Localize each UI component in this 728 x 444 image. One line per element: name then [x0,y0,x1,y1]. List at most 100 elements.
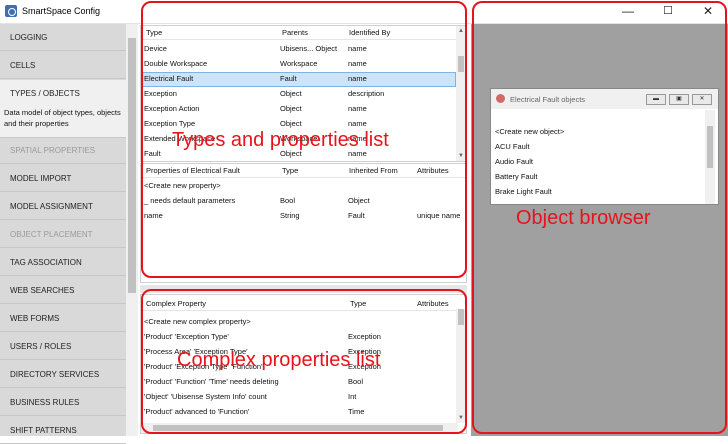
scroll-thumb[interactable] [707,126,713,168]
panel-splitter[interactable] [140,285,467,293]
column-header-property[interactable]: Properties of Electrical Fault [146,166,240,175]
complex-property-cell: 'Product' 'Exception Type' [144,332,229,341]
scroll-thumb[interactable] [458,309,464,325]
table-row[interactable]: Double Workspace Workspace name [141,57,458,72]
close-button[interactable]: ✕ [688,0,728,24]
column-header-type[interactable]: Type [146,28,162,37]
column-header-parents[interactable]: Parents [282,28,308,37]
identified-by-cell: name [348,74,367,83]
complex-property-cell: 'Product' 'Function' 'Time' needs deleti… [144,377,279,386]
restore-icon[interactable]: ▣ [669,94,689,105]
list-item[interactable]: Battery Fault [495,169,705,184]
table-row[interactable]: Exception Action Object name [141,102,458,117]
table-row-selected[interactable]: Electrical Fault Fault name [141,72,456,87]
sidebar-item-business-rules[interactable]: BUSINESS RULES [0,389,126,416]
type-cell: Fault [144,149,161,158]
table-row[interactable]: 'Object' 'Ubisense System Info' count In… [141,390,458,405]
sidebar: LOGGING CELLS TYPES / OBJECTS Data model… [0,24,126,444]
sidebar-item-tag-association[interactable]: TAG ASSOCIATION [0,249,126,276]
identified-by-cell: description [348,89,385,98]
property-cell: <Create new property> [144,181,221,190]
identified-by-cell: name [348,44,367,53]
sidebar-item-directory-services[interactable]: DIRECTORY SERVICES [0,361,126,388]
complex-property-cell: 'Process Area' 'Exception Type' [144,347,248,356]
column-header-complex-property[interactable]: Complex Property [146,299,206,308]
scroll-up-icon[interactable]: ▲ [456,26,466,36]
type-cell: Exception [144,89,177,98]
type-cell: Extended Workspace [144,134,216,143]
table-row[interactable]: <Create new property> [141,179,466,194]
complex-table-hscrollbar[interactable] [141,423,458,433]
complex-table-header: Complex Property Type Attributes [141,297,458,311]
table-row[interactable]: _ needs default parameters Bool Object [141,194,466,209]
type-cell: Bool [348,377,364,386]
column-header-identified-by[interactable]: Identified By [349,28,390,37]
sidebar-item-cells[interactable]: CELLS [0,52,126,79]
column-header-attributes[interactable]: Attributes [417,166,449,175]
sidebar-item-users-roles[interactable]: USERS / ROLES [0,333,126,360]
sidebar-item-web-searches[interactable]: WEB SEARCHES [0,277,126,304]
properties-table: Properties of Electrical Fault Type Inhe… [140,163,467,283]
types-table: Type Parents Identified By Device Ubisen… [140,25,467,162]
table-row[interactable]: Exception Type Object name [141,117,458,132]
sidebar-item-shift-patterns[interactable]: SHIFT PATTERNS [0,417,126,444]
sidebar-item-model-import[interactable]: MODEL IMPORT [0,165,126,192]
maximize-button[interactable]: ☐ [648,0,688,24]
column-header-inherited-from[interactable]: Inherited From [349,166,398,175]
identified-by-cell: name [348,134,367,143]
column-header-type[interactable]: Type [282,166,298,175]
hscroll-thumb[interactable] [153,425,443,431]
object-list-scrollbar[interactable] [705,110,715,204]
sidebar-item-model-assignment[interactable]: MODEL ASSIGNMENT [0,193,126,220]
sidebar-item-label: TYPES / OBJECTS [10,89,80,98]
identified-by-cell: name [348,59,367,68]
type-cell: Device [144,44,167,53]
object-browser-title: Electrical Fault objects [510,95,586,104]
properties-table-header: Properties of Electrical Fault Type Inhe… [141,164,466,178]
column-header-type[interactable]: Type [350,299,366,308]
object-browser-titlebar: Electrical Fault objects ▬ ▣ ✕ [491,89,718,109]
type-cell: Exception Type [144,119,196,128]
list-item[interactable]: <Create new object> [495,124,705,139]
table-row[interactable]: 'Product' 'Exception Type' Exception [141,330,458,345]
sidebar-item-object-placement: OBJECT PLACEMENT [0,221,126,248]
table-row[interactable]: Exception Object description [141,87,458,102]
scroll-down-icon[interactable]: ▼ [456,413,466,423]
table-row[interactable]: 'Product' advanced to 'Function' Time [141,405,458,420]
table-row[interactable]: Device Ubisens... Object name [141,42,458,57]
minimize-icon[interactable]: ▬ [646,94,666,105]
inherited-cell: Fault [348,211,365,220]
table-row[interactable]: Extended Workspace Workspace name [141,132,458,147]
table-row[interactable]: 'Product' 'Function' 'Time' needs deleti… [141,375,458,390]
object-browser-icon [496,94,505,103]
property-cell: _ needs default parameters [144,196,236,205]
types-table-scrollbar[interactable]: ▲ ▼ [456,26,466,161]
parents-cell: Workspace [280,59,318,68]
table-row[interactable]: 'Process Area' 'Exception Type' Exceptio… [141,345,458,360]
sidebar-scroll-thumb[interactable] [128,38,136,293]
sidebar-item-logging[interactable]: LOGGING [0,24,126,51]
list-item[interactable]: ACU Fault [495,139,705,154]
complex-property-cell: 'Object' 'Ubisense System Info' count [144,392,267,401]
parents-cell: Object [280,149,302,158]
table-row[interactable]: Fault Object name [141,147,458,161]
list-item[interactable]: Audio Fault [495,154,705,169]
sidebar-item-types-objects[interactable]: TYPES / OBJECTS Data model of object typ… [0,80,126,138]
parents-cell: Ubisens... Object [280,44,338,53]
type-cell: Double Workspace [144,59,208,68]
table-row[interactable]: name String Fault unique name [141,209,466,224]
table-row[interactable]: <Create new complex property> [141,315,458,330]
minimize-button[interactable]: — [608,0,648,24]
scroll-thumb[interactable] [458,56,464,72]
complex-table-scrollbar[interactable]: ▲ ▼ [456,309,466,423]
sidebar-item-web-forms[interactable]: WEB FORMS [0,305,126,332]
close-icon[interactable]: ✕ [692,94,712,105]
complex-property-cell: 'Product' advanced to 'Function' [144,407,250,416]
list-item[interactable]: Brake Light Fault [495,184,705,199]
table-row[interactable]: 'Product' 'Exception Type' 'Function' Ex… [141,360,458,375]
column-header-attributes[interactable]: Attributes [417,299,449,308]
type-cell: Time [348,407,365,416]
sidebar-item-spatial-properties: SPATIAL PROPERTIES [0,137,126,164]
identified-by-cell: name [348,149,367,158]
scroll-down-icon[interactable]: ▼ [456,151,466,161]
